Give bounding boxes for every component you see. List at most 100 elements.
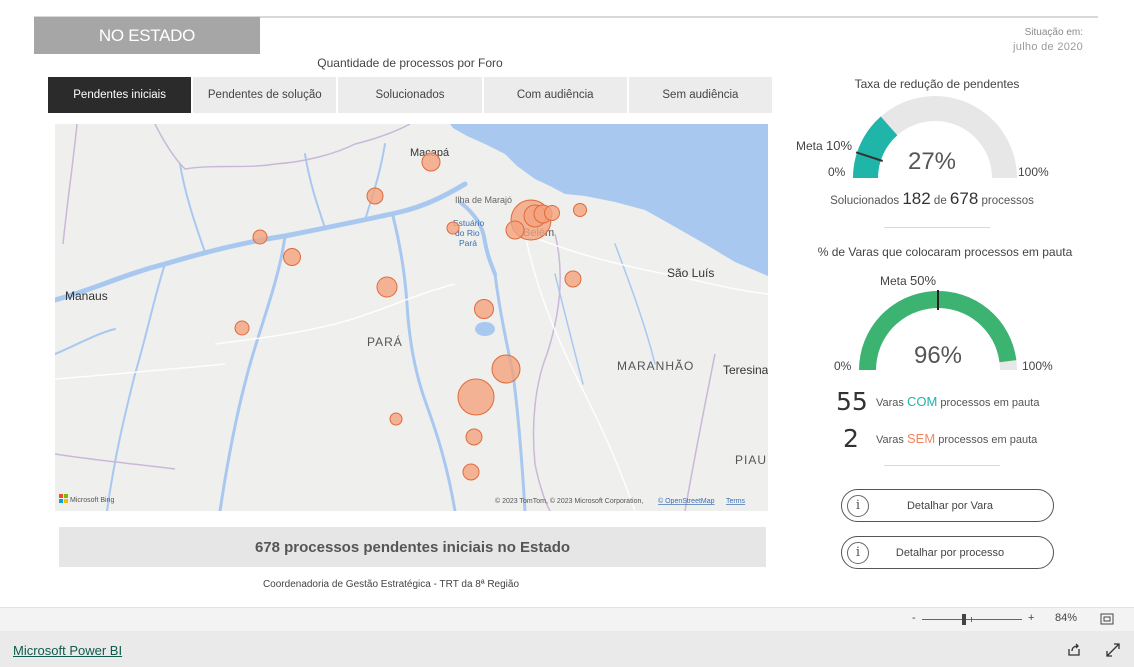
- gauge1-meta-value: 10%: [826, 138, 853, 153]
- label-ilha: Ilha de Marajó: [455, 195, 512, 205]
- gauge2-meta-label: Meta 50%: [880, 273, 936, 288]
- varas-com-row: 55 Varas COM processos em pauta: [836, 385, 1039, 417]
- bubble: [564, 270, 582, 288]
- state-border: [62, 124, 78, 245]
- gauge1-meta-word: Meta: [796, 139, 823, 153]
- detalhar-vara-button[interactable]: i Detalhar por Vara: [841, 489, 1054, 522]
- gauge1-value: 27%: [907, 148, 957, 175]
- bubble: [544, 205, 560, 221]
- gauge1-min: 0%: [828, 165, 846, 179]
- bubble: [389, 412, 403, 426]
- gauge2-max: 100%: [1022, 359, 1053, 373]
- label-para-small: Pará: [459, 238, 477, 248]
- gauge1-meta-label: Meta 10%: [796, 138, 852, 153]
- metric-tabs: Pendentes iniciais Pendentes de solução …: [48, 77, 773, 113]
- situacao-label: Situação em:: [1024, 27, 1083, 38]
- detalhar-vara-label: Detalhar por Vara: [906, 499, 993, 512]
- gauge2-meta-word: Meta: [880, 274, 907, 288]
- gauge2-min: 0%: [834, 359, 852, 373]
- zoom-level: 84%: [1055, 612, 1078, 624]
- varas-sem-row: 2 Varas SEM processos em pauta: [843, 422, 1037, 454]
- tab-pendentes-iniciais[interactable]: Pendentes iniciais: [48, 77, 192, 113]
- varas-sem-key: SEM: [906, 430, 936, 446]
- gauge2-value: 96%: [913, 342, 963, 369]
- varas-com-text: Varas COM processos em pauta: [876, 394, 1039, 409]
- bing-logo: Microsoft Bing: [59, 494, 114, 504]
- sol-num: 182: [902, 189, 931, 208]
- map-copyright: © 2023 TomTom, © 2023 Microsoft Corporat…: [495, 497, 643, 505]
- gauge2-title: % de Varas que colocaram processos em pa…: [817, 245, 1073, 259]
- zoom-slider-tick: [971, 617, 972, 622]
- detalhar-processo-button[interactable]: i Detalhar por processo: [841, 536, 1054, 569]
- bubble: [252, 229, 268, 245]
- summary-banner: 678 processos pendentes iniciais no Esta…: [59, 527, 766, 567]
- bubble: [283, 248, 301, 266]
- river-tocantins: [493, 272, 527, 511]
- varas-sem-post: processos em pauta: [938, 433, 1038, 446]
- varas-com-count: 55: [836, 386, 868, 416]
- sol-total: 678: [949, 189, 979, 208]
- divider: [884, 227, 990, 228]
- varas-sem-text: Varas SEM processos em pauta: [876, 431, 1037, 446]
- label-sao-luis: São Luís: [667, 266, 714, 280]
- label-piaui: PIAUÍ: [735, 452, 768, 467]
- tab-sem-audiencia[interactable]: Sem audiência: [628, 77, 773, 113]
- tab-pendentes-de-solucao[interactable]: Pendentes de solução: [193, 77, 337, 113]
- info-icon: i: [847, 494, 869, 517]
- gauge1-max: 100%: [1018, 165, 1049, 179]
- osm-link: © OpenStreetMap: [658, 497, 715, 505]
- bubble: [491, 354, 521, 384]
- terms-link: Terms: [726, 498, 746, 505]
- gauge2-meta-value: 50%: [910, 273, 937, 288]
- zoom-out-button[interactable]: -: [912, 612, 916, 624]
- label-teresina: Teresina: [723, 363, 768, 377]
- reservoir: [475, 322, 495, 336]
- footer-credit: Coordenadoria de Gestão Estratégica - TR…: [262, 579, 520, 590]
- zoom-slider-track[interactable]: [922, 619, 1022, 620]
- varas-sem-count: 2: [843, 423, 859, 453]
- bing-label: Microsoft Bing: [70, 497, 114, 504]
- power-bi-link[interactable]: Microsoft Power BI: [13, 643, 122, 658]
- river-xingu: [391, 214, 457, 511]
- gauge1-title: Taxa de redução de pendentes: [854, 77, 1020, 91]
- varas-com-key: COM: [906, 393, 938, 409]
- situacao-info: Situação em: julho de 2020: [1013, 26, 1083, 54]
- divider: [884, 465, 1000, 466]
- bubble-map[interactable]: Macapá Ilha de Marajó Estuário do Rio Pa…: [55, 124, 768, 511]
- tab-solucionados[interactable]: Solucionados: [338, 77, 482, 113]
- zoom-bar: - + 84%: [0, 607, 1134, 632]
- bubble: [573, 203, 587, 217]
- bubble: [234, 320, 250, 336]
- river-tapajos: [218, 234, 287, 511]
- tab-com-audiencia[interactable]: Com audiência: [483, 77, 627, 113]
- label-para-state: PARÁ: [367, 334, 403, 349]
- map-title: Quantidade de processos por Foro: [317, 56, 503, 70]
- bottom-bar: [0, 631, 1134, 667]
- situacao-date: julho de 2020: [1013, 41, 1083, 53]
- varas-sem-pre: Varas: [876, 433, 904, 446]
- sol-pre: Solucionados: [830, 195, 900, 207]
- bubble: [465, 428, 483, 446]
- label-manaus: Manaus: [65, 289, 108, 303]
- detalhar-processo-label: Detalhar por processo: [895, 546, 1005, 559]
- sol-de: de: [933, 195, 947, 207]
- label-maranhao: MARANHÃO: [617, 359, 694, 373]
- bubble: [366, 187, 384, 205]
- share-icon[interactable]: [1067, 643, 1081, 657]
- info-icon: i: [847, 541, 869, 564]
- fullscreen-icon[interactable]: [1106, 643, 1120, 657]
- solucionados-line: Solucionados 182 de 678 processos: [812, 189, 1052, 209]
- bubble: [376, 276, 398, 298]
- zoom-slider-thumb[interactable]: [962, 614, 966, 625]
- bubble: [446, 221, 460, 235]
- fit-page-icon[interactable]: [1100, 613, 1114, 625]
- page-title: NO ESTADO: [34, 17, 260, 54]
- bubble-large: [457, 378, 495, 416]
- bubble-macapa: [421, 152, 441, 172]
- bubble: [505, 220, 525, 240]
- sol-post: processos: [981, 195, 1034, 207]
- varas-com-pre: Varas: [876, 396, 904, 409]
- bubble: [474, 299, 494, 319]
- bubble: [462, 463, 480, 481]
- zoom-in-button[interactable]: +: [1028, 612, 1034, 624]
